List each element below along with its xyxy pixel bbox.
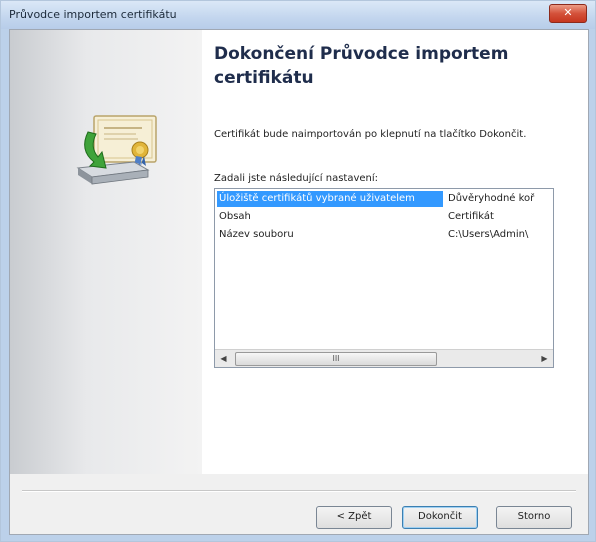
close-icon: ✕ bbox=[563, 6, 573, 19]
scrollbar-thumb[interactable]: III bbox=[235, 352, 437, 366]
cancel-button[interactable]: Storno bbox=[496, 506, 572, 529]
footer-separator bbox=[22, 490, 576, 492]
list-item-name: Úložiště certifikátů vybrané uživatelem bbox=[217, 191, 443, 207]
list-item-name: Název souboru bbox=[219, 229, 294, 240]
close-button[interactable]: ✕ bbox=[549, 4, 587, 23]
list-item-value: C:\Users\Admin\ bbox=[448, 229, 529, 240]
list-item[interactable]: Úložiště certifikátů vybrané uživatelem … bbox=[215, 191, 553, 207]
finish-button[interactable]: Dokončit bbox=[402, 506, 478, 529]
wizard-side-panel bbox=[10, 30, 202, 474]
settings-list[interactable]: Úložiště certifikátů vybrané uživatelem … bbox=[214, 188, 554, 368]
wizard-content-panel: Dokončení Průvodce importem certifikátu … bbox=[202, 30, 588, 474]
wizard-client-area: Dokončení Průvodce importem certifikátu … bbox=[9, 29, 589, 535]
settings-label: Zadali jste následující nastavení: bbox=[214, 173, 379, 184]
list-item[interactable]: Název souboru C:\Users\Admin\ bbox=[215, 227, 553, 243]
back-button[interactable]: < Zpět bbox=[316, 506, 392, 529]
scrollbar-grip: III bbox=[332, 354, 340, 363]
list-item-value: Certifikát bbox=[448, 211, 494, 222]
wizard-window: Průvodce importem certifikátu ✕ Dokončen… bbox=[0, 0, 596, 542]
info-text: Certifikát bude naimportován po klepnutí… bbox=[214, 129, 527, 140]
title-bar[interactable]: Průvodce importem certifikátu ✕ bbox=[1, 1, 595, 29]
list-item-name: Obsah bbox=[219, 211, 251, 222]
horizontal-scrollbar[interactable]: ◀ III ▶ bbox=[215, 349, 553, 367]
list-item[interactable]: Obsah Certifikát bbox=[215, 209, 553, 225]
list-item-value: Důvěryhodné koř bbox=[448, 193, 535, 204]
scroll-left-arrow-icon[interactable]: ◀ bbox=[215, 350, 232, 367]
wizard-footer: < Zpět Dokončit Storno bbox=[10, 474, 588, 534]
scroll-right-arrow-icon[interactable]: ▶ bbox=[536, 350, 553, 367]
page-title: Dokončení Průvodce importem certifikátu bbox=[214, 44, 509, 88]
certificate-import-icon bbox=[68, 110, 168, 194]
window-title: Průvodce importem certifikátu bbox=[9, 8, 177, 21]
